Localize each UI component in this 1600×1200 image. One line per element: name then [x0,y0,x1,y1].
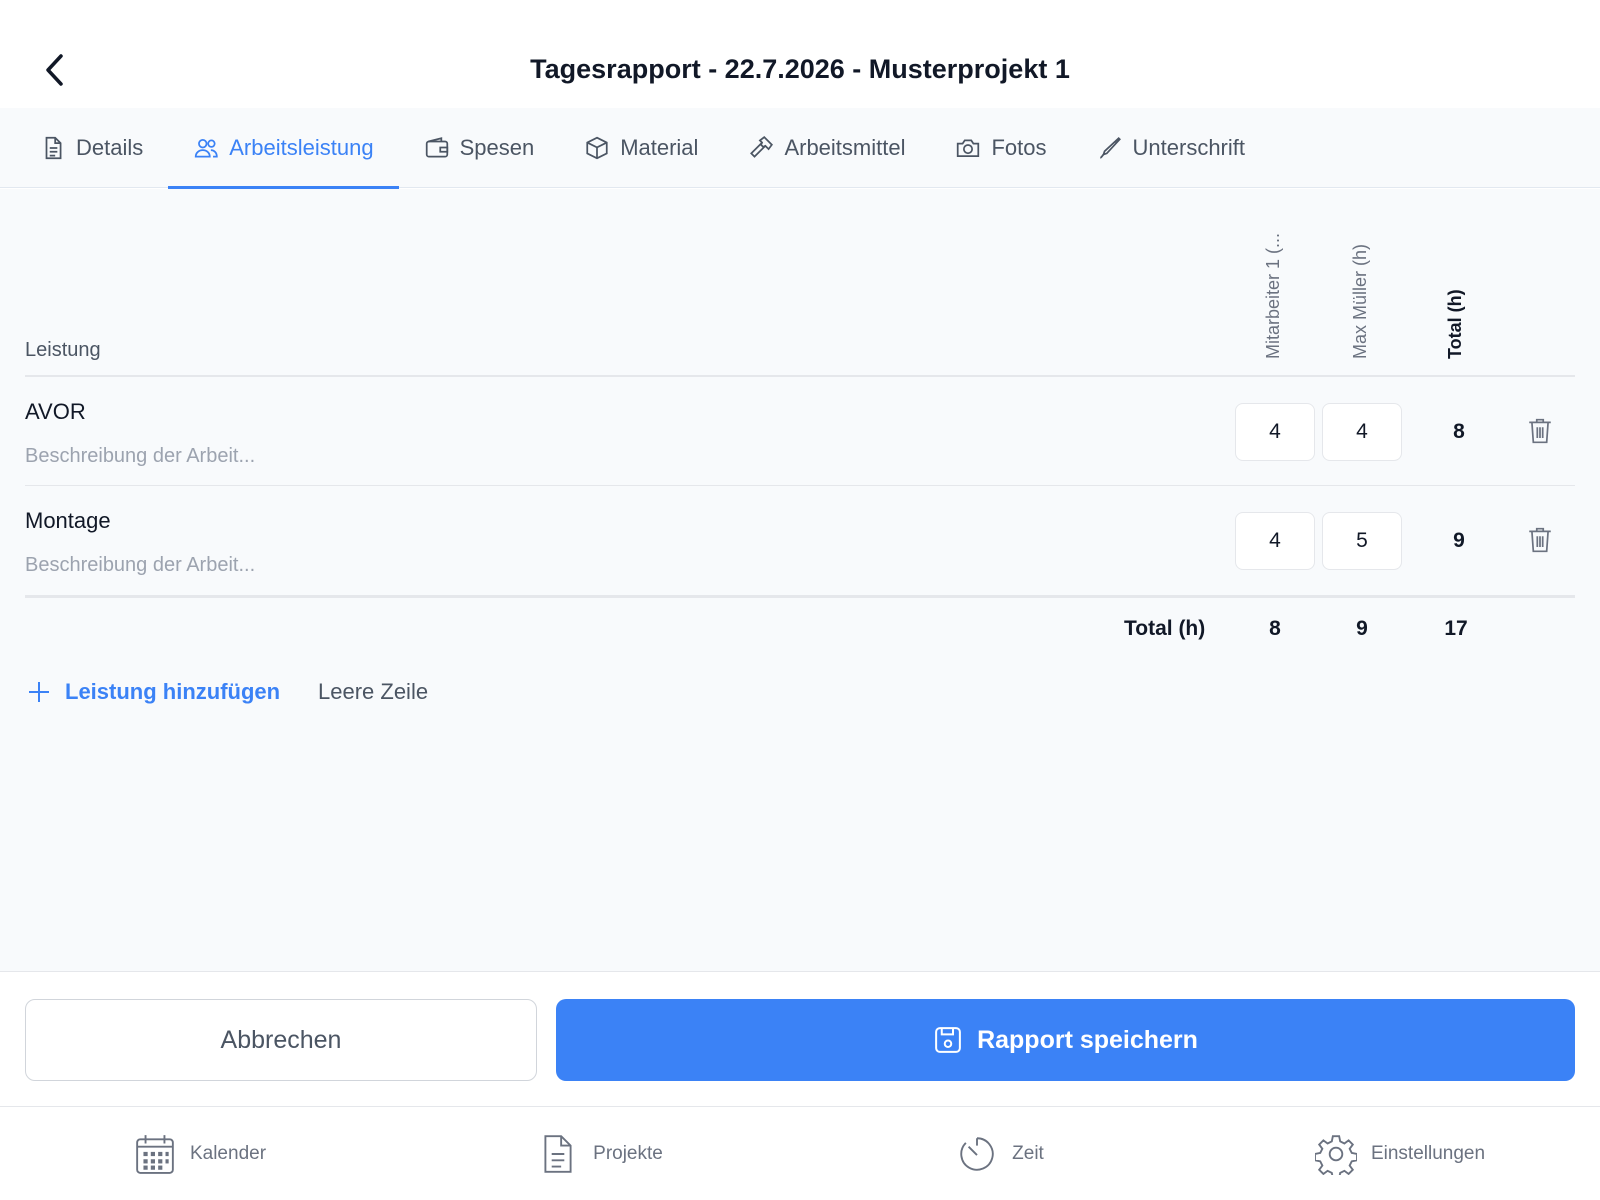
row-name[interactable]: AVOR [25,399,86,425]
tab-details-label: Details [76,135,144,160]
totals-divider [25,595,1575,598]
column-header-total-label: Total (h) [1445,289,1465,359]
totals-label: Total (h) [1124,617,1206,640]
total-mitarbeiter-1: 8 [1269,617,1281,640]
nav-projekte-label: Projekte [593,1142,663,1164]
tab-material[interactable]: Material [559,108,723,188]
tab-arbeitsleistung[interactable]: Arbeitsleistung [168,108,399,189]
save-icon [935,1027,961,1053]
document-icon [45,136,62,160]
nav-zeit-label: Zeit [1012,1142,1044,1164]
add-leistung-label: Leistung hinzufügen [65,679,281,704]
total-max-mueller: 9 [1356,617,1368,640]
nav-kalender[interactable]: Kalender [0,1107,400,1200]
timer-icon [960,1136,994,1171]
header: Tagesrapport - 22.7.2026 - Musterprojekt… [0,0,1600,108]
tab-arbeitsmittel-label: Arbeitsmittel [784,135,906,160]
delete-row-button[interactable] [1522,413,1558,449]
delete-row-button[interactable] [1522,522,1558,558]
pen-icon [1099,137,1121,159]
action-bar: Abbrechen Rapport speichern [0,971,1600,1107]
row-description-field[interactable]: Beschreibung der Arbeit... [25,445,255,468]
wallet-icon [425,137,448,158]
add-leistung-button[interactable]: Leistung hinzufügen [27,679,280,705]
row-description-field[interactable]: Beschreibung der Arbeit... [25,554,255,577]
total-grand: 17 [1444,617,1468,640]
tab-bar: Details Arbeitsleistung Spesen Material … [0,108,1600,189]
nav-projekte[interactable]: Projekte [400,1107,800,1200]
nav-einstellungen[interactable]: Einstellungen [1200,1107,1600,1200]
hours-input-mitarbeiter-1[interactable]: 4 [1235,512,1315,570]
box-icon [586,136,608,160]
column-header-leistung: Leistung [25,339,101,361]
nav-einstellungen-label: Einstellungen [1370,1142,1486,1164]
cancel-button[interactable]: Abbrechen [25,999,537,1081]
hours-input-max-mueller[interactable]: 4 [1322,403,1402,461]
hammer-icon [750,136,774,158]
tab-spesen-label: Spesen [459,135,535,160]
tab-arbeitsmittel[interactable]: Arbeitsmittel [723,108,930,188]
table-row: Montage Beschreibung der Arbeit... 4 5 9 [25,486,1575,594]
calendar-icon [136,1134,174,1174]
nav-zeit[interactable]: Zeit [800,1107,1200,1200]
row-name[interactable]: Montage [25,508,111,534]
save-report-label: Rapport speichern [977,1025,1198,1054]
column-header-mitarbeiter-1-label: Mitarbeiter 1 (... [1263,232,1283,359]
trash-icon [1529,418,1551,444]
bottom-nav: Kalender Projekte Zeit Einstellungen [0,1107,1600,1200]
tab-unterschrift-label: Unterschrift [1132,135,1245,160]
empty-row-button[interactable]: Leere Zeile [318,679,428,705]
nav-kalender-label: Kalender [189,1142,267,1164]
plus-icon [29,682,49,702]
tab-details[interactable]: Details [15,108,168,188]
page-title: Tagesrapport - 22.7.2026 - Musterprojekt… [530,54,1070,84]
hours-input-max-mueller[interactable]: 5 [1322,512,1402,570]
save-report-button[interactable]: Rapport speichern [556,999,1575,1081]
users-icon [195,139,218,158]
work-table: Leistung Mitarbeiter 1 (... Max Müller (… [0,189,1600,971]
column-header-max-mueller-label: Max Müller (h) [1350,243,1370,359]
camera-icon [957,139,980,157]
tab-material-label: Material [620,135,699,160]
tab-fotos[interactable]: Fotos [930,108,1071,188]
document-icon [544,1134,572,1173]
hours-input-mitarbeiter-1[interactable]: 4 [1235,403,1315,461]
tab-arbeitsleistung-label: Arbeitsleistung [229,135,374,160]
tab-spesen[interactable]: Spesen [399,108,560,188]
table-row: AVOR Beschreibung der Arbeit... 4 4 8 [25,377,1575,485]
gear-icon [1314,1134,1357,1175]
tab-fotos-label: Fotos [991,135,1047,160]
row-total: 9 [1453,529,1465,552]
trash-icon [1529,527,1551,553]
row-total: 8 [1453,420,1465,443]
tab-unterschrift[interactable]: Unterschrift [1072,108,1270,188]
column-header-mitarbeiter-1: Mitarbeiter 1 (... [1262,209,1292,359]
column-header-total: Total (h) [1444,209,1474,359]
column-header-max-mueller: Max Müller (h) [1349,209,1379,359]
